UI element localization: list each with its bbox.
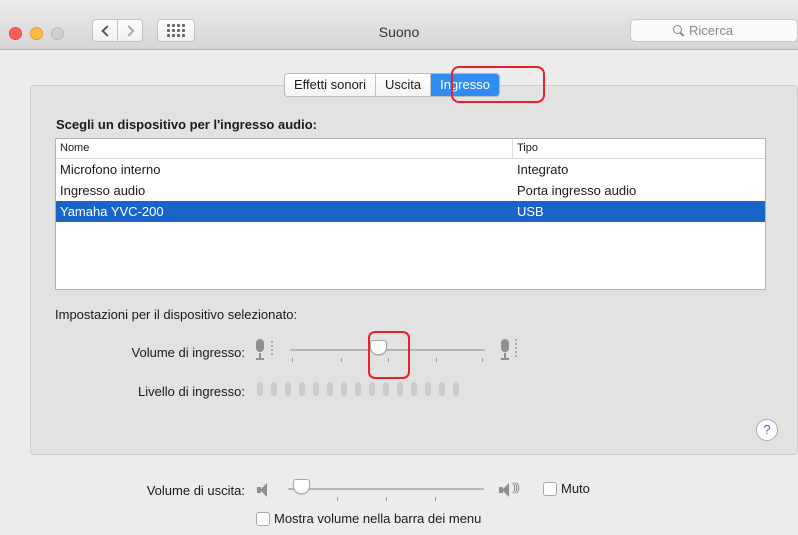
level-segment	[411, 382, 417, 396]
search-field[interactable]: Ricerca	[630, 19, 798, 42]
device-name: Yamaha YVC-200	[60, 204, 164, 219]
level-segment	[369, 382, 375, 396]
level-segment	[313, 382, 319, 396]
column-header-type[interactable]: Tipo	[513, 139, 765, 158]
mute-checkbox[interactable]	[543, 482, 557, 496]
tab-sound-effects[interactable]: Effetti sonori	[285, 74, 377, 96]
speaker-low-icon	[257, 483, 269, 497]
table-row-selected[interactable]: Yamaha YVC-200 USB	[56, 201, 765, 222]
microphone-low-icon	[255, 339, 265, 360]
level-segment	[453, 382, 459, 396]
level-segment	[439, 382, 445, 396]
microphone-high-icon	[500, 339, 510, 360]
title-bar: Suono Ricerca	[0, 0, 798, 50]
level-segment	[285, 382, 291, 396]
help-button[interactable]: ?	[756, 419, 778, 441]
column-header-name[interactable]: Nome	[56, 139, 513, 158]
search-icon	[673, 25, 684, 36]
speaker-high-icon	[499, 483, 511, 497]
device-name: Microfono interno	[60, 162, 161, 177]
input-level-meter	[257, 382, 459, 396]
sound-waves-icon: )))	[512, 480, 520, 494]
device-type: Porta ingresso audio	[517, 183, 637, 198]
output-volume-knob[interactable]	[293, 479, 311, 494]
level-segment	[271, 382, 277, 396]
search-placeholder: Ricerca	[689, 23, 734, 38]
input-level-label: Livello di ingresso:	[138, 384, 245, 399]
table-row[interactable]: Ingresso audio Porta ingresso audio	[56, 180, 765, 201]
level-segment	[299, 382, 305, 396]
device-name: Ingresso audio	[60, 183, 146, 198]
sound-dots-icon	[271, 341, 273, 355]
output-volume-label: Volume di uscita:	[146, 483, 245, 498]
device-type: USB	[517, 204, 544, 219]
level-segment	[397, 382, 403, 396]
settings-heading: Impostazioni per il dispositivo selezion…	[55, 307, 298, 322]
device-table: Nome Tipo Microfono interno Integrato In…	[55, 138, 766, 290]
level-segment	[257, 382, 263, 396]
show-volume-menubar-checkbox[interactable]	[256, 512, 270, 526]
level-segment	[341, 382, 347, 396]
level-segment	[355, 382, 361, 396]
highlight-input-knob	[368, 331, 410, 379]
table-header: Nome Tipo	[56, 139, 765, 159]
tab-output[interactable]: Uscita	[376, 74, 432, 96]
show-volume-menubar-label: Mostra volume nella barra dei menu	[274, 511, 482, 526]
mute-label: Muto	[561, 481, 590, 496]
highlight-tab-input	[451, 66, 545, 103]
sound-dots-icon	[515, 339, 517, 357]
device-type: Integrato	[517, 162, 569, 177]
device-heading: Scegli un dispositivo per l'ingresso aud…	[56, 117, 317, 132]
level-segment	[425, 382, 431, 396]
input-volume-label: Volume di ingresso:	[131, 345, 245, 360]
table-row[interactable]: Microfono interno Integrato	[56, 159, 765, 180]
level-segment	[383, 382, 389, 396]
output-volume-slider[interactable]	[288, 479, 484, 501]
level-segment	[327, 382, 333, 396]
